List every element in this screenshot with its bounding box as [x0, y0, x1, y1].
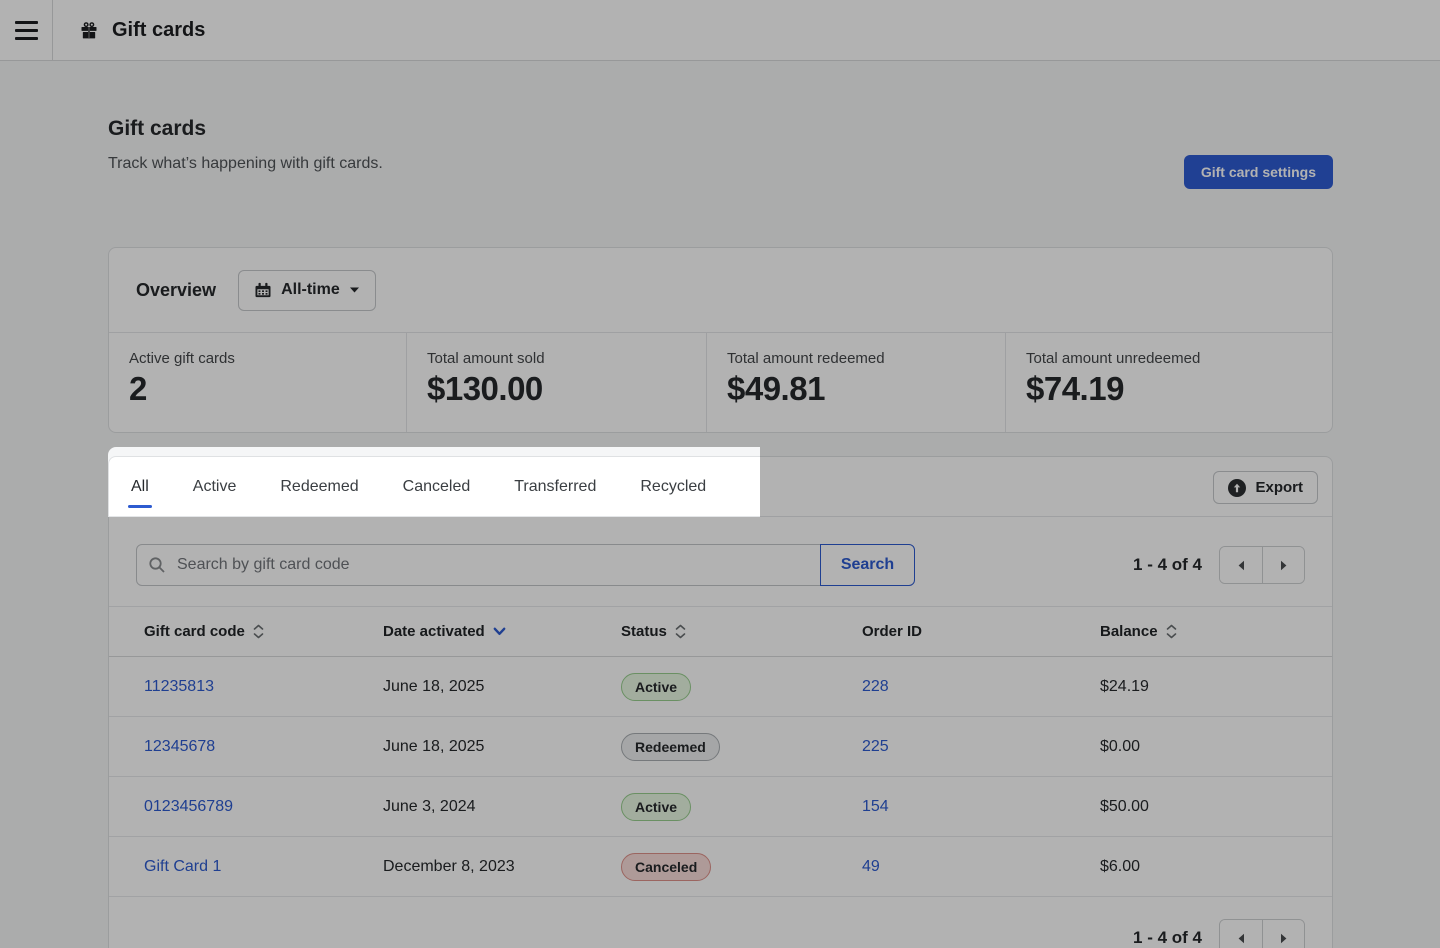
export-icon: [1228, 479, 1246, 497]
balance-cell: $0.00: [1100, 738, 1332, 756]
status-tabs: All Active Redeemed Canceled Transferred…: [109, 457, 728, 516]
order-id-link[interactable]: 154: [862, 798, 889, 815]
sort-icon: [675, 624, 686, 639]
search-icon: [148, 556, 166, 574]
date-range-label: All-time: [281, 281, 340, 299]
gift-card-settings-button[interactable]: Gift card settings: [1184, 155, 1333, 189]
gift-card-code-link[interactable]: 11235813: [144, 678, 214, 695]
export-label: Export: [1255, 479, 1303, 496]
app-title: Gift cards: [112, 19, 205, 42]
date-activated-cell: June 18, 2025: [383, 678, 621, 696]
gift-card-code-link[interactable]: 0123456789: [144, 798, 233, 815]
overview-title: Overview: [136, 280, 216, 301]
order-id-link[interactable]: 225: [862, 738, 889, 755]
topbar: Gift cards: [0, 0, 1440, 61]
column-header-date-activated[interactable]: Date activated: [383, 623, 621, 640]
table-toolbar: Search 1 - 4 of 4: [136, 544, 1305, 586]
status-badge: Redeemed: [621, 733, 720, 761]
balance-cell: $50.00: [1100, 798, 1332, 816]
status-badge: Active: [621, 793, 691, 821]
stat-total-amount-redeemed: Total amount redeemed $49.81: [706, 333, 1005, 432]
search-button[interactable]: Search: [820, 544, 915, 586]
export-button[interactable]: Export: [1213, 471, 1318, 504]
balance-cell: $6.00: [1100, 858, 1332, 876]
tab-recycled[interactable]: Recycled: [618, 457, 728, 516]
gift-cards-table: Gift card code Date activated Status: [109, 606, 1332, 897]
order-id-link[interactable]: 49: [862, 858, 880, 875]
pagination-range: 1 - 4 of 4: [1133, 928, 1202, 948]
next-page-button[interactable]: [1262, 547, 1304, 583]
tab-canceled[interactable]: Canceled: [381, 457, 493, 516]
gift-cards-table-card: All Active Redeemed Canceled Transferred…: [108, 456, 1333, 948]
pagination-buttons: [1219, 546, 1305, 584]
sort-desc-icon: [493, 627, 506, 636]
stat-total-amount-unredeemed: Total amount unredeemed $74.19: [1005, 333, 1332, 432]
gift-icon: [79, 20, 99, 40]
table-header-row: Gift card code Date activated Status: [109, 606, 1332, 657]
pagination-buttons: [1219, 919, 1305, 948]
table-row: Gift Card 1 December 8, 2023 Canceled 49…: [109, 837, 1332, 897]
sort-icon: [253, 624, 264, 639]
order-id-link[interactable]: 228: [862, 678, 889, 695]
page-subtitle: Track what’s happening with gift cards.: [108, 155, 383, 173]
status-badge: Active: [621, 673, 691, 701]
topbar-title-group: Gift cards: [79, 19, 205, 42]
column-header-order-id: Order ID: [862, 623, 1100, 640]
date-range-dropdown[interactable]: All-time: [238, 270, 376, 311]
overview-card: Overview All-time Active gift c: [108, 247, 1333, 433]
gift-card-code-link[interactable]: 12345678: [144, 738, 215, 755]
date-activated-cell: June 18, 2025: [383, 738, 621, 756]
chevron-down-icon: [349, 286, 360, 294]
gift-card-code-link[interactable]: Gift Card 1: [144, 858, 221, 875]
menu-icon[interactable]: [0, 0, 53, 60]
sort-icon: [1166, 624, 1177, 639]
table-row: 0123456789 June 3, 2024 Active 154 $50.0…: [109, 777, 1332, 837]
stat-active-gift-cards: Active gift cards 2: [109, 333, 406, 432]
table-row: 11235813 June 18, 2025 Active 228 $24.19: [109, 657, 1332, 717]
tab-redeemed[interactable]: Redeemed: [258, 457, 380, 516]
tab-transferred[interactable]: Transferred: [492, 457, 618, 516]
search-input[interactable]: [136, 544, 821, 586]
overview-stats: Active gift cards 2 Total amount sold $1…: [109, 333, 1332, 432]
column-header-status[interactable]: Status: [621, 623, 862, 640]
calendar-icon: [254, 281, 272, 299]
page-title: Gift cards: [108, 117, 206, 141]
previous-page-button[interactable]: [1220, 920, 1262, 948]
pagination-top: 1 - 4 of 4: [1133, 546, 1305, 584]
status-badge: Canceled: [621, 853, 711, 881]
table-row: 12345678 June 18, 2025 Redeemed 225 $0.0…: [109, 717, 1332, 777]
pagination-range: 1 - 4 of 4: [1133, 555, 1202, 575]
stat-total-amount-sold: Total amount sold $130.00: [406, 333, 706, 432]
next-page-button[interactable]: [1262, 920, 1304, 948]
date-activated-cell: December 8, 2023: [383, 858, 621, 876]
pagination-bottom: 1 - 4 of 4: [109, 919, 1305, 948]
balance-cell: $24.19: [1100, 678, 1332, 696]
search-wrap: Search: [136, 544, 915, 586]
previous-page-button[interactable]: [1220, 547, 1262, 583]
column-header-gift-card-code[interactable]: Gift card code: [109, 623, 383, 640]
column-header-balance[interactable]: Balance: [1100, 623, 1332, 640]
tab-all[interactable]: All: [109, 457, 171, 516]
overview-header: Overview All-time: [109, 248, 1332, 333]
tabs-row: All Active Redeemed Canceled Transferred…: [109, 457, 1332, 517]
tab-active[interactable]: Active: [171, 457, 259, 516]
date-activated-cell: June 3, 2024: [383, 798, 621, 816]
